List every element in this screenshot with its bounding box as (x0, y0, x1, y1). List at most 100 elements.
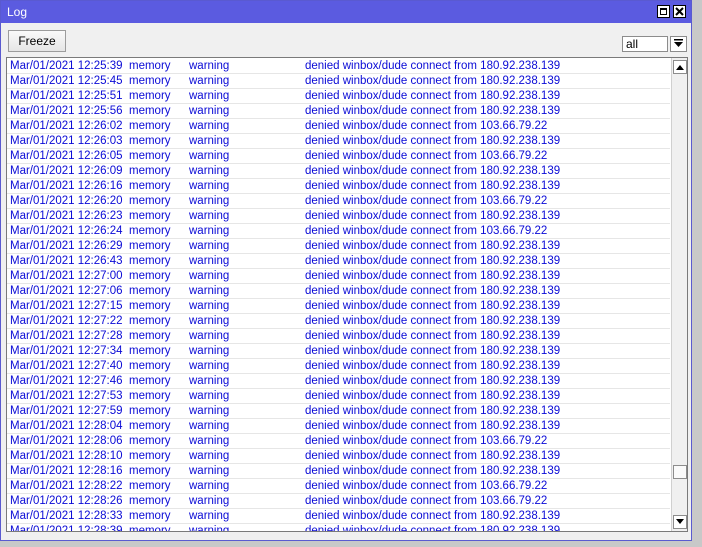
topic-filter-select[interactable]: all (622, 36, 668, 52)
log-row[interactable]: Mar/01/2021 12:25:56 memory warning denied … (7, 104, 670, 119)
log-message: denied winbox/dude connect from 180.92.2… (305, 180, 561, 192)
log-level: warning (189, 390, 230, 402)
log-topic: memory (129, 465, 171, 477)
log-list[interactable]: Mar/01/2021 12:25:39 memory warning denied … (6, 57, 688, 532)
log-row[interactable]: Mar/01/2021 12:27:34 memory warning denied … (7, 344, 670, 359)
log-level: warning (189, 255, 230, 267)
log-message: denied winbox/dude connect from 180.92.2… (305, 300, 561, 312)
log-topic: memory (129, 255, 171, 267)
log-row[interactable]: Mar/01/2021 12:27:46 memory warning denied … (7, 374, 670, 389)
log-topic: memory (129, 435, 171, 447)
log-row[interactable]: Mar/01/2021 12:26:29 memory warning denied … (7, 239, 670, 254)
scroll-down-icon[interactable] (673, 515, 687, 529)
log-level: warning (189, 180, 230, 192)
window-title: Log (7, 5, 28, 19)
log-row[interactable]: Mar/01/2021 12:27:00 memory warning denied … (7, 269, 670, 284)
log-row[interactable]: Mar/01/2021 12:26:05 memory warning denied … (7, 149, 670, 164)
log-time: Mar/01/2021 12:27:34 (10, 345, 123, 357)
log-row[interactable]: Mar/01/2021 12:26:16 memory warning denied … (7, 179, 670, 194)
log-row[interactable]: Mar/01/2021 12:26:20 memory warning denied … (7, 194, 670, 209)
log-row[interactable]: Mar/01/2021 12:25:51 memory warning denied … (7, 89, 670, 104)
log-topic: memory (129, 405, 171, 417)
log-level: warning (189, 495, 230, 507)
log-row[interactable]: Mar/01/2021 12:25:39 memory warning denied … (7, 59, 670, 74)
log-level: warning (189, 150, 230, 162)
log-time: Mar/01/2021 12:26:43 (10, 255, 123, 267)
log-row[interactable]: Mar/01/2021 12:26:03 memory warning denied … (7, 134, 670, 149)
log-topic: memory (129, 450, 171, 462)
scroll-up-icon[interactable] (673, 60, 687, 74)
log-row[interactable]: Mar/01/2021 12:27:06 memory warning denied … (7, 284, 670, 299)
log-row[interactable]: Mar/01/2021 12:28:06 memory warning denied … (7, 434, 670, 449)
log-message: denied winbox/dude connect from 180.92.2… (305, 330, 561, 342)
log-row[interactable]: Mar/01/2021 12:26:09 memory warning denied … (7, 164, 670, 179)
log-level: warning (189, 195, 230, 207)
log-time: Mar/01/2021 12:28:04 (10, 420, 123, 432)
log-topic: memory (129, 315, 171, 327)
log-row[interactable]: Mar/01/2021 12:25:45 memory warning denied … (7, 74, 670, 89)
log-message: denied winbox/dude connect from 103.66.7… (305, 150, 548, 162)
log-row[interactable]: Mar/01/2021 12:26:24 memory warning denied … (7, 224, 670, 239)
log-row[interactable]: Mar/01/2021 12:27:59 memory warning denied … (7, 404, 670, 419)
log-row[interactable]: Mar/01/2021 12:28:26 memory warning denied … (7, 494, 670, 509)
log-time: Mar/01/2021 12:26:03 (10, 135, 123, 147)
log-level: warning (189, 330, 230, 342)
log-time: Mar/01/2021 12:27:46 (10, 375, 123, 387)
log-row[interactable]: Mar/01/2021 12:28:22 memory warning denied … (7, 479, 670, 494)
log-message: denied winbox/dude connect from 180.92.2… (305, 90, 561, 102)
freeze-button[interactable]: Freeze (8, 30, 66, 52)
log-message: denied winbox/dude connect from 180.92.2… (305, 240, 561, 252)
log-row[interactable]: Mar/01/2021 12:26:23 memory warning denied … (7, 209, 670, 224)
log-topic: memory (129, 210, 171, 222)
log-row[interactable]: Mar/01/2021 12:27:15 memory warning denied … (7, 299, 670, 314)
log-time: Mar/01/2021 12:26:16 (10, 180, 123, 192)
log-level: warning (189, 405, 230, 417)
maximize-icon[interactable] (657, 5, 670, 18)
log-message: denied winbox/dude connect from 103.66.7… (305, 225, 548, 237)
scrollbar-thumb[interactable] (673, 465, 687, 479)
log-time: Mar/01/2021 12:28:16 (10, 465, 123, 477)
log-time: Mar/01/2021 12:26:23 (10, 210, 123, 222)
log-level: warning (189, 525, 230, 532)
log-level: warning (189, 90, 230, 102)
log-message: denied winbox/dude connect from 180.92.2… (305, 105, 561, 117)
log-level: warning (189, 465, 230, 477)
log-row[interactable]: Mar/01/2021 12:28:16 memory warning denied … (7, 464, 670, 479)
log-row[interactable]: Mar/01/2021 12:28:04 memory warning denied … (7, 419, 670, 434)
log-message: denied winbox/dude connect from 103.66.7… (305, 195, 548, 207)
log-row[interactable]: Mar/01/2021 12:27:28 memory warning denied … (7, 329, 670, 344)
log-row[interactable]: Mar/01/2021 12:28:33 memory warning denied … (7, 509, 670, 524)
log-row[interactable]: Mar/01/2021 12:28:39 memory warning denied … (7, 524, 670, 532)
log-message: denied winbox/dude connect from 180.92.2… (305, 510, 561, 522)
log-message: denied winbox/dude connect from 180.92.2… (305, 270, 561, 282)
close-icon[interactable] (673, 5, 686, 18)
log-row[interactable]: Mar/01/2021 12:27:53 memory warning denied … (7, 389, 670, 404)
log-message: denied winbox/dude connect from 103.66.7… (305, 435, 548, 447)
log-topic: memory (129, 75, 171, 87)
log-row[interactable]: Mar/01/2021 12:27:22 memory warning denied … (7, 314, 670, 329)
log-message: denied winbox/dude connect from 180.92.2… (305, 450, 561, 462)
log-time: Mar/01/2021 12:26:05 (10, 150, 123, 162)
log-row[interactable]: Mar/01/2021 12:28:10 memory warning denied … (7, 449, 670, 464)
log-row[interactable]: Mar/01/2021 12:27:40 memory warning denied … (7, 359, 670, 374)
log-row[interactable]: Mar/01/2021 12:26:02 memory warning denied … (7, 119, 670, 134)
log-time: Mar/01/2021 12:28:26 (10, 495, 123, 507)
dropdown-arrow-icon[interactable] (670, 36, 687, 52)
log-time: Mar/01/2021 12:27:06 (10, 285, 123, 297)
log-time: Mar/01/2021 12:26:09 (10, 165, 123, 177)
log-time: Mar/01/2021 12:26:29 (10, 240, 123, 252)
log-time: Mar/01/2021 12:27:00 (10, 270, 123, 282)
log-topic: memory (129, 240, 171, 252)
log-level: warning (189, 420, 230, 432)
log-message: denied winbox/dude connect from 103.66.7… (305, 120, 548, 132)
log-topic: memory (129, 330, 171, 342)
log-topic: memory (129, 180, 171, 192)
title-bar[interactable]: Log (1, 1, 691, 23)
log-message: denied winbox/dude connect from 180.92.2… (305, 465, 561, 477)
log-row[interactable]: Mar/01/2021 12:26:43 memory warning denied … (7, 254, 670, 269)
log-time: Mar/01/2021 12:28:33 (10, 510, 123, 522)
log-message: denied winbox/dude connect from 180.92.2… (305, 165, 561, 177)
vertical-scrollbar[interactable] (671, 58, 687, 531)
log-window: Log Freeze all Mar/01/2021 12:25:39 memor… (0, 0, 692, 541)
log-level: warning (189, 60, 230, 72)
